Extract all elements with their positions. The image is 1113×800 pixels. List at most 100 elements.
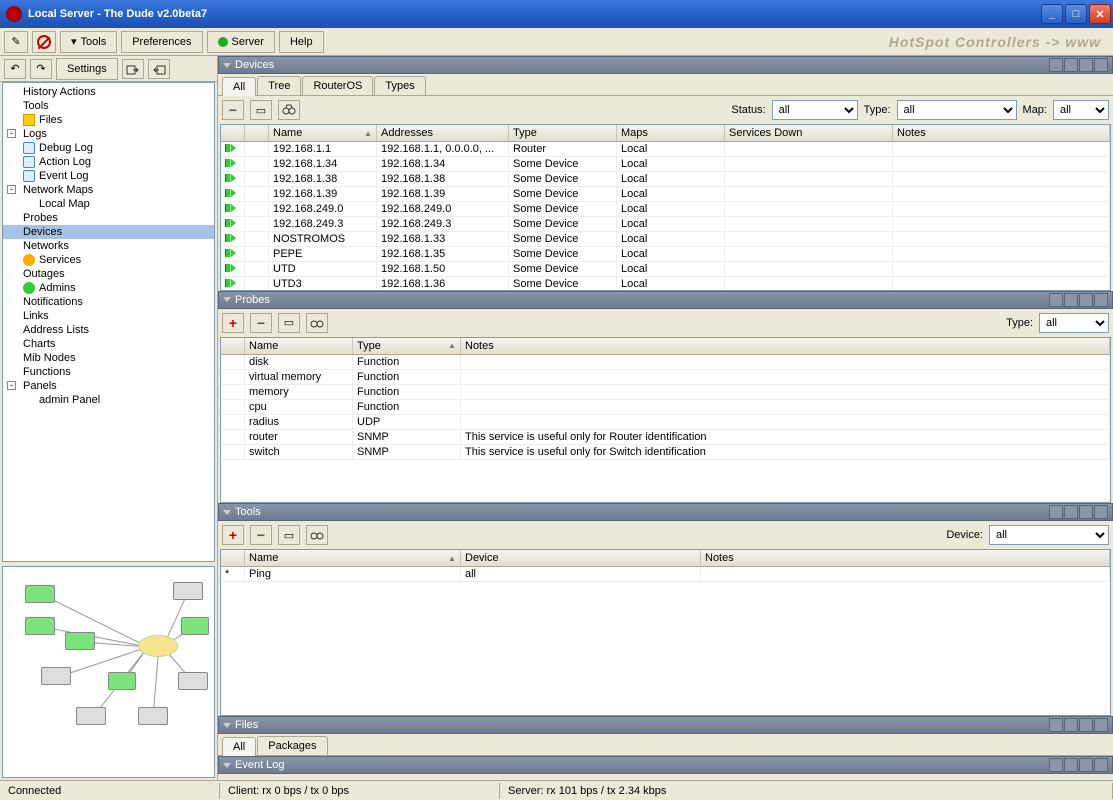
pane-ctrl[interactable] [1094,758,1108,772]
pane-ctrl[interactable] [1094,58,1108,72]
tree-item-event-log[interactable]: Event Log [3,169,214,183]
pane-ctrl[interactable] [1079,58,1093,72]
table-row[interactable]: UTD3192.168.1.36Some DeviceLocal [221,277,1110,290]
tools-grid[interactable]: Name▲DeviceNotes *Pingall [220,549,1111,716]
type-select[interactable]: all [1039,313,1109,333]
copy-button[interactable]: ▭ [278,313,300,333]
pane-ctrl[interactable] [1064,718,1078,732]
tree-item-probes[interactable]: Probes [3,211,214,225]
tree-item-files[interactable]: Files [3,113,214,127]
table-row[interactable]: routerSNMPThis service is useful only fo… [221,430,1110,445]
tab-all[interactable]: All [222,737,256,756]
tree-item-services[interactable]: Services [3,253,214,267]
tab-routeros[interactable]: RouterOS [302,76,373,95]
table-row[interactable]: 192.168.1.38192.168.1.38Some DeviceLocal [221,172,1110,187]
tree-item-mib-nodes[interactable]: Mib Nodes [3,351,214,365]
tree-item-history-actions[interactable]: History Actions [3,85,214,99]
column-header[interactable]: Device [461,550,701,566]
table-row[interactable]: switchSNMPThis service is useful only fo… [221,445,1110,460]
device-select[interactable]: all [989,525,1109,545]
column-header[interactable]: Notes [893,125,1110,141]
tree-item-admin-panel[interactable]: admin Panel [3,393,214,407]
table-row[interactable]: 192.168.1.1192.168.1.1, 0.0.0.0, ...Rout… [221,142,1110,157]
tab-tree[interactable]: Tree [257,76,301,95]
pane-ctrl[interactable] [1064,758,1078,772]
table-row[interactable]: memoryFunction [221,385,1110,400]
add-button[interactable]: + [222,313,244,333]
tree-item-links[interactable]: Links [3,309,214,323]
pane-ctrl[interactable] [1049,58,1063,72]
pane-ctrl[interactable] [1049,758,1063,772]
copy-button[interactable]: ▭ [278,525,300,545]
export-button[interactable] [148,59,170,79]
add-button[interactable]: + [222,525,244,545]
column-header[interactable]: Type▲ [353,338,461,354]
files-header[interactable]: Files [218,716,1113,734]
table-row[interactable]: radiusUDP [221,415,1110,430]
pane-ctrl[interactable] [1064,58,1078,72]
tree-item-local-map[interactable]: Local Map [3,197,214,211]
table-row[interactable]: virtual memoryFunction [221,370,1110,385]
tree-item-action-log[interactable]: Action Log [3,155,214,169]
map-select[interactable]: all [1053,100,1109,120]
minimize-button[interactable]: _ [1041,4,1063,24]
pane-ctrl[interactable] [1049,718,1063,732]
column-header[interactable] [245,125,269,141]
table-row[interactable]: 192.168.249.3192.168.249.3Some DeviceLoc… [221,217,1110,232]
tab-all[interactable]: All [222,77,256,96]
disable-button[interactable] [32,31,56,53]
remove-button[interactable]: − [222,100,244,120]
tab-types[interactable]: Types [374,76,425,95]
probes-grid[interactable]: NameType▲Notes diskFunctionvirtual memor… [220,337,1111,504]
pane-ctrl[interactable] [1079,758,1093,772]
tree-item-address-lists[interactable]: Address Lists [3,323,214,337]
column-header[interactable]: Notes [461,338,1110,354]
tree-item-network-maps[interactable]: -Network Maps [3,183,214,197]
column-header[interactable]: Services Down [725,125,893,141]
pane-ctrl[interactable] [1064,505,1078,519]
column-header[interactable]: Name [245,338,353,354]
nav-tree[interactable]: History ActionsToolsFiles-LogsDebug LogA… [2,82,215,562]
pane-ctrl[interactable] [1049,505,1063,519]
column-header[interactable]: Addresses [377,125,509,141]
back-button[interactable]: ↶ [4,59,26,79]
table-row[interactable]: 192.168.249.0192.168.249.0Some DeviceLoc… [221,202,1110,217]
forward-button[interactable]: ↷ [30,59,52,79]
wand-button[interactable]: ✎ [4,31,28,53]
pane-ctrl[interactable] [1094,293,1108,307]
tools-menu[interactable]: ▾ Tools [60,31,117,53]
close-button[interactable]: ✕ [1089,4,1111,24]
tree-item-tools[interactable]: Tools [3,99,214,113]
tools-header[interactable]: Tools [218,503,1113,521]
pane-ctrl[interactable] [1079,505,1093,519]
table-row[interactable]: PEPE192.168.1.35Some DeviceLocal [221,247,1110,262]
column-header[interactable] [221,125,245,141]
table-row[interactable]: *Pingall [221,567,1110,582]
tree-item-admins[interactable]: Admins [3,281,214,295]
remove-button[interactable]: − [250,525,272,545]
table-row[interactable]: 192.168.1.34192.168.1.34Some DeviceLocal [221,157,1110,172]
preferences-button[interactable]: Preferences [121,31,202,53]
pane-ctrl[interactable] [1094,718,1108,732]
table-row[interactable]: NOSTROMOS192.168.1.33Some DeviceLocal [221,232,1110,247]
pane-ctrl[interactable] [1079,718,1093,732]
help-menu[interactable]: Help [279,31,324,53]
import-button[interactable] [122,59,144,79]
probes-header[interactable]: Probes [218,291,1113,309]
column-header[interactable]: Name▲ [245,550,461,566]
tree-item-outages[interactable]: Outages [3,267,214,281]
type-select[interactable]: all [897,100,1017,120]
column-header[interactable] [221,338,245,354]
tree-item-panels[interactable]: -Panels [3,379,214,393]
tab-packages[interactable]: Packages [257,736,327,755]
status-select[interactable]: all [772,100,858,120]
eventlog-header[interactable]: Event Log [218,756,1113,774]
tree-item-debug-log[interactable]: Debug Log [3,141,214,155]
table-row[interactable]: 192.168.1.39192.168.1.39Some DeviceLocal [221,187,1110,202]
copy-button[interactable]: ▭ [250,100,272,120]
settings-button[interactable]: Settings [56,58,118,80]
table-row[interactable]: UTD192.168.1.50Some DeviceLocal [221,262,1110,277]
remove-button[interactable]: − [250,313,272,333]
table-row[interactable]: diskFunction [221,355,1110,370]
column-header[interactable]: Name▲ [269,125,377,141]
